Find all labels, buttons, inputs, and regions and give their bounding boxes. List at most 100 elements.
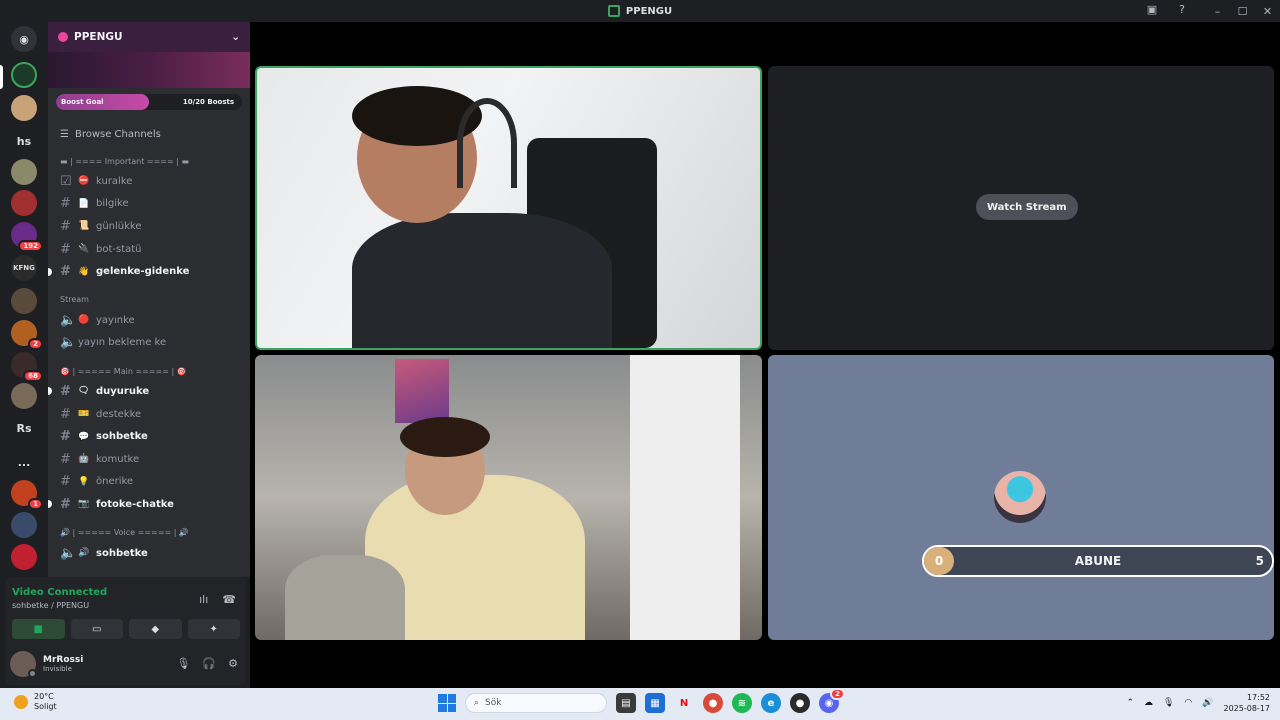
widget-label: ABUNE	[1074, 554, 1122, 568]
server-icon[interactable]: 68	[11, 352, 43, 382]
wifi-icon[interactable]: ◠	[1184, 698, 1192, 708]
channel-name: sohbetke	[96, 431, 148, 443]
server-icon[interactable]	[11, 512, 37, 538]
channel-duyuruke[interactable]: # 🗨 duyuruke	[48, 380, 250, 403]
hash-icon: #	[60, 429, 71, 445]
server-icon[interactable]: 1	[11, 480, 43, 510]
server-label: Rs	[16, 421, 32, 435]
inbox-icon[interactable]: ▣	[1144, 3, 1160, 19]
channel-komutke[interactable]: # 🤖 komutke	[48, 448, 250, 471]
chrome-icon[interactable]: ●	[703, 693, 723, 713]
volume-icon[interactable]: 🔊	[1202, 698, 1213, 708]
channel-onerike[interactable]: # 💡 önerike	[48, 471, 250, 494]
server-icon[interactable]	[11, 95, 37, 121]
screen-share-button[interactable]: ▭	[70, 619, 123, 639]
search-box[interactable]: ⌕ Sök	[465, 693, 607, 713]
server-ppengu[interactable]	[11, 62, 37, 88]
current-user[interactable]: MrRossi Invisible 🎙 🎧 ⚙	[10, 649, 242, 679]
cloud-icon[interactable]: ☁	[1144, 698, 1153, 708]
server-icon[interactable]	[11, 288, 37, 314]
spotify-icon[interactable]: ≋	[732, 693, 752, 713]
netflix-icon[interactable]: N	[674, 693, 694, 713]
channel-gunlukke[interactable]: # 📜 günlükke	[48, 215, 250, 238]
boost-goal-bar[interactable]: Boost Goal 10/20 Boosts	[56, 94, 242, 110]
server-kfng[interactable]: KFNG	[11, 255, 37, 281]
guild-banner	[48, 52, 250, 88]
widget-left-value: 0	[924, 547, 954, 575]
date: 2025-08-17	[1223, 704, 1271, 713]
unread-indicator	[48, 387, 52, 396]
hash-icon: #	[60, 264, 71, 280]
taskbar-apps: ⌕ Sök ▤ ▦ N ● ≋ e ● ◉ 2	[438, 688, 845, 713]
voice-channel-sohbetke[interactable]: 🔈 🔊 sohbetke	[48, 542, 250, 565]
hash-icon: #	[60, 451, 71, 467]
channel-fotoke-chatke[interactable]: # 📷 fotoke-chatke	[48, 493, 250, 516]
store-icon[interactable]: ▦	[645, 693, 665, 713]
avatar[interactable]	[10, 651, 37, 678]
channel-destekke[interactable]: # 🎫 destekke	[48, 403, 250, 426]
channel-yayinke[interactable]: 🔈 🔴 yayınke	[48, 309, 250, 332]
screen-share-icon: ▭	[92, 623, 102, 635]
server-icon[interactable]: 2	[11, 320, 43, 350]
camera-button[interactable]: ■	[12, 619, 65, 639]
category-important[interactable]: ▬ | ==== Important ==== | ▬	[48, 152, 250, 170]
windows-start-icon[interactable]	[438, 694, 456, 712]
minimize-button[interactable]: –	[1205, 5, 1230, 18]
time: 17:52	[1246, 693, 1270, 702]
channel-name: gelenke-gidenke	[96, 266, 190, 278]
video-tile[interactable]	[255, 355, 762, 640]
server-icon[interactable]: 192	[11, 222, 43, 252]
channel-bilgike[interactable]: # 📄 bilgike	[48, 193, 250, 216]
help-icon[interactable]: ?	[1174, 3, 1190, 19]
video-tile-speaking[interactable]	[255, 66, 762, 350]
user-status: Invisible	[43, 665, 72, 673]
voice-status[interactable]: Video Connected	[12, 587, 107, 598]
unread-badge: 1	[28, 498, 43, 510]
voice-location[interactable]: sohbetke / PPENGU	[12, 601, 89, 610]
soundboard-button[interactable]: ✦	[187, 619, 240, 639]
video-stage: Watch Stream 0 ABUNE 5	[250, 22, 1280, 688]
edge-icon[interactable]: e	[761, 693, 781, 713]
browse-channels[interactable]: ☰ Browse Channels	[48, 124, 250, 144]
server-more[interactable]: ...	[11, 449, 37, 475]
github-icon[interactable]: ●	[790, 693, 810, 713]
title-bar: PPENGU ▣ ? – ☐ ✕	[0, 0, 1280, 22]
category-stream[interactable]: Stream	[48, 291, 250, 309]
channel-bot-statu[interactable]: # 🔌 bot-statü	[48, 238, 250, 261]
category-voice[interactable]: 🔊 | ===== Voice ===== | 🔊	[48, 524, 250, 542]
server-rs[interactable]: Rs	[11, 415, 37, 441]
stream-tile[interactable]: Watch Stream	[768, 66, 1274, 350]
server-hs[interactable]: hs	[11, 128, 37, 154]
channel-yayin-bekleme[interactable]: 🔈 yayın bekleme ke	[48, 332, 250, 355]
rules-icon: ☑	[60, 173, 72, 189]
channel-kuralke[interactable]: ☑ ⛔ kuralke	[48, 170, 250, 193]
maximize-button[interactable]: ☐	[1230, 5, 1255, 18]
server-icon[interactable]	[11, 544, 37, 570]
channel-gelenke-gidenke[interactable]: # 👋 gelenke-gidenke	[48, 260, 250, 283]
window-title: PPENGU	[625, 5, 673, 17]
headphones-icon[interactable]: 🎧	[202, 657, 216, 670]
watch-stream-button[interactable]: Watch Stream	[976, 194, 1078, 220]
server-icon[interactable]	[11, 159, 37, 185]
activity-button[interactable]: ◆	[129, 619, 182, 639]
noise-suppression-icon[interactable]: ılı	[199, 593, 208, 606]
voice-tile[interactable]: 0 ABUNE 5	[768, 355, 1274, 640]
discord-taskbar-icon[interactable]: ◉ 2	[819, 688, 845, 713]
microphone-icon[interactable]: 🎙	[176, 657, 190, 670]
close-button[interactable]: ✕	[1255, 5, 1280, 18]
microphone-icon[interactable]: 🎙	[1163, 698, 1174, 708]
weather-widget[interactable]: 20°C Soligt	[14, 692, 57, 712]
discord-home-icon[interactable]: ◉	[11, 26, 37, 52]
chevron-up-icon[interactable]: ⌃	[1126, 698, 1134, 708]
channel-sohbetke[interactable]: # 💬 sohbetke	[48, 425, 250, 448]
clock[interactable]: 17:52 2025-08-17	[1224, 692, 1271, 714]
settings-gear-icon[interactable]: ⚙	[228, 657, 238, 670]
server-icon[interactable]	[11, 190, 37, 216]
hash-icon: #	[60, 218, 71, 234]
category-main[interactable]: 🎯 | ===== Main ===== | 🎯	[48, 362, 250, 380]
guild-header[interactable]: PPENGU ⌄	[48, 22, 250, 52]
server-icon[interactable]	[11, 383, 37, 409]
system-tray: ⌃ ☁ 🎙 ◠ 🔊 17:52 2025-08-17	[1126, 692, 1270, 714]
disconnect-icon[interactable]: ☎	[222, 593, 236, 606]
task-view-icon[interactable]: ▤	[616, 693, 636, 713]
